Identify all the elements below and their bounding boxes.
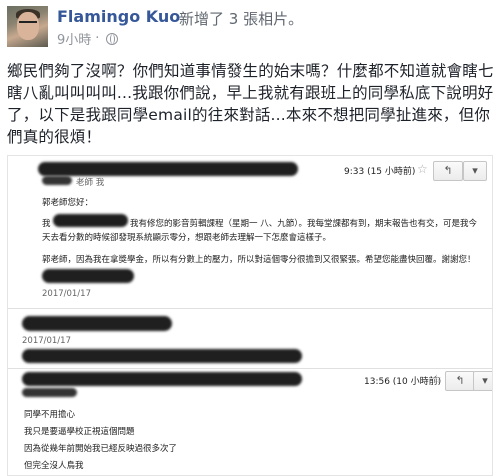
star-icon-2[interactable]: ☆ — [431, 372, 442, 386]
reply-button[interactable]: ↰ — [433, 161, 463, 181]
email3-time: 13:56 (10 小時前) — [364, 377, 442, 387]
author-name[interactable]: Flamingo Kuo — [57, 7, 180, 26]
more-caret-icon[interactable]: ▾ — [463, 161, 487, 181]
redacted-recipient — [22, 388, 77, 397]
redacted-student-name — [53, 214, 128, 227]
redacted-signature — [42, 269, 134, 283]
email1-body-prefix: 我 — [42, 219, 51, 229]
email3-line1: 同學不用擔心 — [24, 410, 76, 420]
star-icon[interactable]: ☆ — [417, 162, 428, 176]
email1-body-line3: 郭老師，因為我在拿獎學金，所以有分數上的壓力，所以對這個零分很擔到又很緊張。希望… — [42, 255, 476, 265]
redacted-collapsed-snippet — [22, 349, 302, 363]
more-caret-icon-2[interactable]: ▾ — [473, 371, 492, 391]
email1-recipient: 老師 我 — [76, 178, 105, 188]
email3-line3: 因為從幾年前開始我已經反映過很多次了 — [24, 444, 178, 454]
email1-body-line1: 我有修您的影音剪輯課程（星期一 八、九節）。我每堂課都有到，期末報告也有交，可是… — [130, 219, 477, 229]
meta-separator: · — [95, 31, 100, 46]
post-meta: 9小時 · — [57, 29, 119, 48]
post-time[interactable]: 9小時 — [57, 29, 91, 48]
email3-line4: 但完全沒人鳥我 — [24, 461, 84, 471]
post-text: 鄉民們夠了沒啊？你們知道事情發生的始末嗎？什麼都不知道就會瞎七瞎八亂叫叫叫叫..… — [7, 62, 494, 146]
post-action: 新增了 3 張相片。 — [179, 10, 304, 28]
thread-divider — [8, 308, 492, 309]
reply-button-2[interactable]: ↰ — [445, 371, 475, 391]
redacted-collapsed-sender — [22, 316, 172, 331]
redacted-sender — [38, 162, 298, 176]
redacted-sender-small — [42, 176, 72, 185]
email1-body-line2: 天去看分數的時候卻發現系統顯示零分，想跟老師去理解一下怎麼會這樣子。 — [42, 233, 332, 243]
author-avatar[interactable] — [7, 6, 48, 47]
email2-date: 2017/01/17 — [22, 336, 71, 346]
thread-divider-2 — [8, 368, 492, 369]
email1-date: 2017/01/17 — [42, 289, 91, 299]
email1-time: 9:33 (15 小時前) — [344, 167, 416, 177]
email1-greeting: 郭老師您好： — [42, 198, 94, 208]
email-screenshot[interactable]: 老師 我 9:33 (15 小時前) ☆ ↰ ▾ 郭老師您好： 我 我有修您的影… — [7, 155, 493, 476]
globe-icon[interactable] — [106, 32, 119, 45]
avatar-glasses — [19, 21, 37, 28]
redacted-reply-sender — [22, 372, 302, 386]
email3-line2: 我只是要逼學校正視這個問題 — [24, 427, 135, 437]
